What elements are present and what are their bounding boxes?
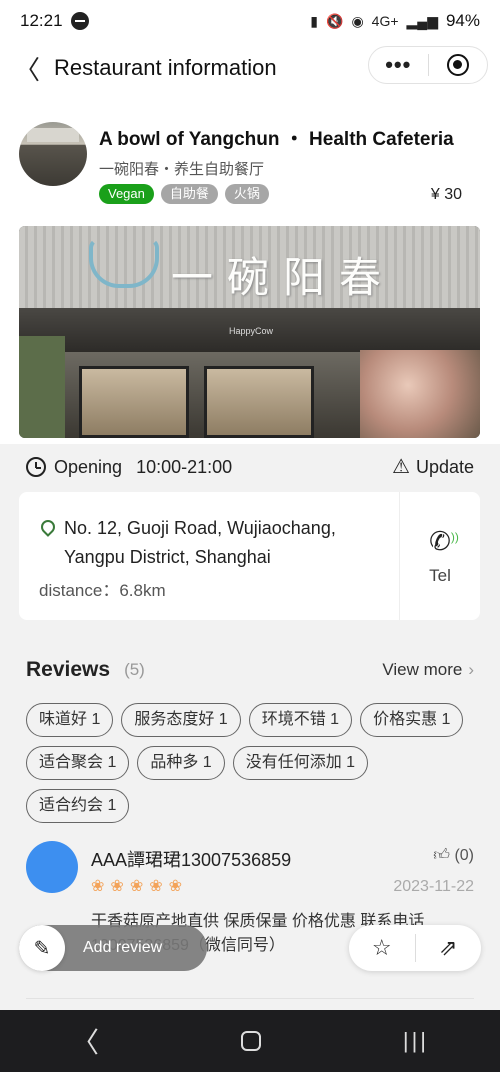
opening-hours-row: Opening 10:00-21:00 ⚠ Update (0, 444, 500, 490)
status-bar: 12:21 ▮ 🔇 ◉ 4G+ ▂▄▆ 94% (0, 0, 500, 42)
add-review-button[interactable]: ✎ Add review (19, 925, 207, 971)
do-not-disturb-icon (70, 12, 89, 30)
rating-flower-icon: ❀ (91, 878, 105, 895)
update-label: Update (415, 456, 474, 477)
system-back-icon[interactable]: 〈 (71, 1021, 99, 1061)
review-item: AAA譚珺珺13007536859 👍︎ (0) ❀ ❀ ❀ ❀ ❀ 2023-… (0, 838, 500, 1008)
thumbs-up-icon: 👍︎ (433, 847, 450, 864)
restaurant-header: A bowl of Yangchun ・ Health Cafeteria 一碗… (0, 94, 500, 444)
page-title: Restaurant information (54, 55, 277, 80)
opening-label: Opening (54, 456, 123, 477)
window-left (79, 366, 189, 438)
update-button[interactable]: ⚠ Update (392, 457, 474, 478)
chevron-right-icon: › (468, 660, 474, 679)
reviews-count: (5) (124, 660, 145, 679)
back-icon[interactable]: 〈 (0, 42, 54, 94)
clock-icon (26, 457, 46, 477)
distance: distance：6.8km (39, 581, 166, 600)
location-pin-icon (38, 517, 58, 537)
review-chip[interactable]: 味道好 1 (26, 703, 114, 737)
location-icon: ◉ (351, 12, 364, 29)
address-text[interactable]: No. 12, Guoji Road, Wujiaochang, Yangpu … (64, 514, 399, 572)
miniprogram-capsule: ••• (368, 46, 488, 84)
restaurant-photo[interactable]: 一碗阳春 HappyCow (19, 226, 480, 438)
review-chip[interactable]: 没有任何添加 1 (232, 746, 369, 780)
review-chip[interactable]: 环境不错 1 (248, 703, 353, 737)
more-icon[interactable]: ••• (369, 54, 428, 76)
view-more-label: View more (382, 660, 463, 679)
tag-hotpot: 火锅 (224, 184, 269, 204)
photo-watermark: HappyCow (229, 326, 274, 336)
battery-saver-icon: ▮ (310, 12, 318, 29)
review-keyword-chips: 味道好 1 服务态度好 1 环境不错 1 价格实惠 1 适合聚会 1 品种多 1… (26, 703, 476, 823)
reviews-title: Reviews (26, 658, 111, 681)
review-chip[interactable]: 品种多 1 (137, 746, 225, 780)
like-count: (0) (454, 847, 474, 864)
store-sign: 一碗阳春 (171, 253, 396, 302)
avatar[interactable] (26, 841, 78, 893)
reviews-header: Reviews (5) View more › (0, 650, 500, 690)
signal-icon: ▂▄▆ (406, 12, 438, 29)
warning-icon: ⚠ (392, 456, 410, 478)
tel-label: Tel (429, 566, 451, 585)
review-chip[interactable]: 价格实惠 1 (360, 703, 464, 737)
restaurant-subname: 一碗阳春・养生自助餐厅 (99, 161, 265, 178)
bowl-logo-icon (89, 238, 159, 288)
system-nav-bar: 〈 ||| (0, 1010, 500, 1072)
address-card: No. 12, Guoji Road, Wujiaochang, Yangpu … (19, 492, 480, 620)
tel-button[interactable]: ✆)) Tel (400, 492, 480, 620)
review-date: 2023-11-22 (393, 878, 474, 895)
nav-bar: 〈 Restaurant information ••• (0, 42, 500, 94)
restaurant-name: A bowl of Yangchun ・ Health Cafeteria (99, 129, 454, 150)
network-label: 4G+ (371, 13, 399, 29)
rating-flower-icon: ❀ (110, 878, 124, 895)
edit-icon: ✎ (19, 925, 65, 971)
phone-icon: ✆)) (429, 526, 459, 556)
favorite-star-icon[interactable]: ☆ (349, 935, 415, 961)
close-miniprogram-button[interactable] (429, 54, 488, 76)
action-buttons: ☆ ⇗ (349, 925, 481, 971)
tag-vegan: Vegan (99, 184, 154, 204)
add-review-label: Add review (83, 939, 163, 956)
status-time: 12:21 (20, 11, 63, 30)
restaurant-tags: Vegan 自助餐 火锅 (99, 184, 269, 204)
tree (360, 350, 480, 438)
review-chip[interactable]: 服务态度好 1 (121, 703, 241, 737)
system-recents-icon[interactable]: ||| (403, 1028, 429, 1054)
window-middle (204, 366, 314, 438)
view-more-link[interactable]: View more › (382, 660, 474, 680)
mute-icon: 🔇 (326, 12, 344, 29)
rating-stars: ❀ ❀ ❀ ❀ ❀ (91, 876, 182, 896)
restaurant-thumbnail (19, 122, 87, 186)
share-icon[interactable]: ⇗ (416, 935, 482, 961)
rating-flower-icon: ❀ (149, 878, 163, 895)
status-right: ▮ 🔇 ◉ 4G+ ▂▄▆ 94% (310, 11, 480, 31)
review-chip[interactable]: 适合聚会 1 (26, 746, 130, 780)
like-button[interactable]: 👍︎ (0) (433, 846, 474, 865)
rating-flower-icon: ❀ (129, 878, 144, 895)
review-chip[interactable]: 适合约会 1 (26, 789, 130, 823)
battery-level: 94% (445, 11, 480, 30)
system-home-icon[interactable] (240, 1031, 261, 1051)
tag-buffet: 自助餐 (160, 184, 218, 204)
section-divider (26, 998, 474, 999)
review-username: AAA譚珺珺13007536859 (91, 850, 292, 870)
price: ¥ 30 (430, 186, 462, 203)
target-icon (446, 54, 469, 76)
opening-hours: 10:00-21:00 (136, 456, 233, 477)
rating-flower-icon: ❀ (168, 878, 183, 895)
plant (19, 336, 65, 438)
